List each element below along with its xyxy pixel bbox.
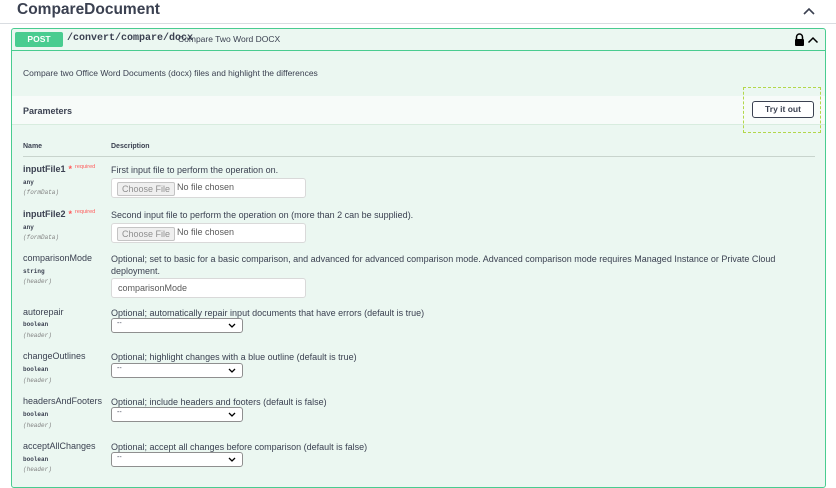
comparisonmode-input[interactable]: comparisonMode <box>111 278 306 298</box>
try-it-out-button[interactable]: Try it out <box>752 101 814 118</box>
param-name-autorepair: autorepair <box>23 307 64 317</box>
column-header-description: Description <box>111 143 150 150</box>
required-label: required <box>75 209 96 215</box>
param-description: Second input file to perform the operati… <box>111 210 414 220</box>
param-location: (formData) <box>23 234 60 241</box>
param-description: Optional; set to basic for a basic compa… <box>111 254 776 276</box>
param-name-comparisonmode: comparisonMode <box>23 253 93 263</box>
param-location: (header) <box>23 466 52 473</box>
param-type: any <box>23 179 34 186</box>
changeoutlines-select[interactable]: -- <box>111 363 243 378</box>
operation-path: /convert/compare/docx <box>67 33 194 44</box>
file-input-inputfile1[interactable]: Choose File No file chosen <box>111 178 306 198</box>
tag-header[interactable]: CompareDocument <box>0 0 836 24</box>
param-type: boolean <box>23 321 49 328</box>
chevron-down-icon <box>228 412 236 417</box>
autorepair-select[interactable]: -- <box>111 318 243 333</box>
param-name-inputfile1: inputFile1 * required <box>23 164 95 174</box>
select-value: -- <box>117 365 122 372</box>
file-status: No file chosen <box>177 182 235 192</box>
param-name-inputfile2: inputFile2 * required <box>23 209 95 219</box>
header-divider <box>23 156 815 157</box>
param-location: (header) <box>23 422 52 429</box>
select-value: -- <box>117 454 122 461</box>
chevron-up-icon[interactable] <box>802 4 816 18</box>
chevron-up-icon[interactable] <box>807 34 819 46</box>
param-description: First input file to perform the operatio… <box>111 165 279 175</box>
choose-file-button[interactable]: Choose File <box>117 182 176 196</box>
operation-summary[interactable]: POST /convert/compare/docx Compare Two W… <box>12 29 825 51</box>
acceptallchanges-select[interactable]: -- <box>111 452 243 467</box>
select-value: -- <box>117 320 122 327</box>
param-type: boolean <box>23 456 49 463</box>
chevron-down-icon <box>228 323 236 328</box>
parameters-header: Parameters <box>12 96 825 125</box>
choose-file-button[interactable]: Choose File <box>117 227 176 241</box>
file-status: No file chosen <box>177 227 235 237</box>
select-value: -- <box>117 409 122 416</box>
param-location: (formData) <box>23 189 60 196</box>
param-type: boolean <box>23 366 49 373</box>
headersandfooters-select[interactable]: -- <box>111 407 243 422</box>
lock-icon[interactable] <box>794 33 805 46</box>
parameters-title: Parameters <box>23 106 73 116</box>
operation-summary-text: Compare Two Word DOCX <box>178 34 281 44</box>
operation-description: Compare two Office Word Documents (docx)… <box>23 68 318 78</box>
param-type: any <box>23 224 34 231</box>
param-location: (header) <box>23 278 52 285</box>
required-star: * <box>68 209 73 219</box>
chevron-down-icon <box>228 368 236 373</box>
param-location: (header) <box>23 377 52 384</box>
file-input-inputfile2[interactable]: Choose File No file chosen <box>111 223 306 243</box>
chevron-down-icon <box>228 457 236 462</box>
param-name-changeoutlines: changeOutlines <box>23 351 86 361</box>
operation-block: POST /convert/compare/docx Compare Two W… <box>11 28 826 488</box>
param-name-headersandfooters: headersAndFooters <box>23 396 103 406</box>
column-header-name: Name <box>23 143 43 150</box>
tag-title: CompareDocument <box>17 1 160 18</box>
param-location: (header) <box>23 332 52 339</box>
param-name-text: inputFile2 <box>23 209 66 219</box>
param-type: string <box>23 268 45 275</box>
param-description: Optional; highlight changes with a blue … <box>111 352 357 362</box>
required-label: required <box>75 164 96 170</box>
param-name-acceptallchanges: acceptAllChanges <box>23 441 96 451</box>
method-badge: POST <box>15 32 63 47</box>
required-star: * <box>68 164 73 174</box>
param-type: boolean <box>23 411 49 418</box>
param-name-text: inputFile1 <box>23 164 66 174</box>
